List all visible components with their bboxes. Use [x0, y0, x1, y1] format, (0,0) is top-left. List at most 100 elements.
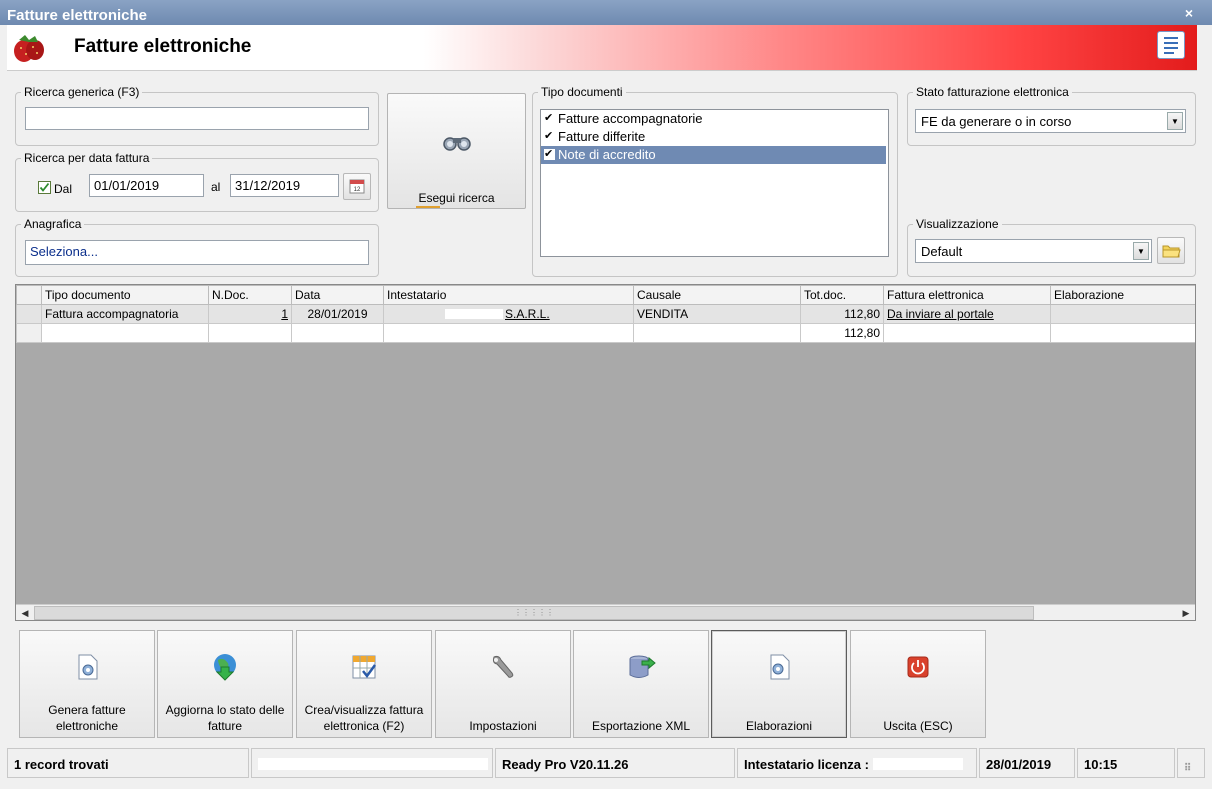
impostazioni-button[interactable]: Impostazioni	[435, 630, 571, 738]
date-to-field[interactable]: 31/12/2019	[230, 174, 339, 197]
status-time: 10:15	[1077, 748, 1175, 778]
list-view-icon[interactable]	[1157, 31, 1185, 59]
cell-fe-link[interactable]: Da inviare al portale	[883, 304, 1051, 324]
uscita-label: Uscita (ESC)	[883, 719, 953, 733]
stato-fe-value: FE da generare o in corso	[921, 114, 1072, 129]
scroll-right-icon[interactable]: ▶	[1178, 606, 1194, 620]
checkbox-checked-icon[interactable]	[544, 109, 555, 127]
calendar-button[interactable]: 12	[343, 173, 371, 200]
search-button[interactable]: Esegui ricerca	[387, 93, 526, 209]
tipo-item-accompagnatorie[interactable]: Fatture accompagnatorie	[541, 109, 888, 128]
redacted-area	[445, 309, 503, 319]
calendar-icon: 12	[349, 179, 365, 194]
totals-cell-empty	[1050, 323, 1195, 343]
status-redacted	[251, 748, 493, 778]
column-header-elaborazione[interactable]: Elaborazione	[1050, 285, 1195, 305]
intestatario-link[interactable]: S.A.R.L.	[505, 307, 550, 321]
scroll-left-icon[interactable]: ◀	[17, 606, 33, 620]
column-header-fattura-elettronica[interactable]: Fattura elettronica	[883, 285, 1051, 305]
tipo-item-note-accredito[interactable]: Note di accredito	[541, 145, 886, 164]
anagrafica-legend: Anagrafica	[24, 217, 82, 231]
cell-elaborazione	[1050, 304, 1195, 324]
database-export-icon	[629, 655, 656, 678]
table-row[interactable]: Fattura accompagnatoria 1 28/01/2019 S.A…	[16, 304, 1195, 324]
status-bar: 1 record trovati Ready Pro V20.11.26 Int…	[5, 748, 1205, 780]
tipo-item-label: Note di accredito	[558, 147, 656, 162]
redacted-area	[872, 758, 963, 770]
totals-row: 112,80	[16, 323, 1195, 343]
row-indicator	[16, 323, 42, 343]
tipo-documenti-legend: Tipo documenti	[541, 85, 623, 99]
folder-icon	[1162, 245, 1181, 258]
stato-fe-legend: Stato fatturazione elettronica	[916, 85, 1069, 99]
uscita-button[interactable]: Uscita (ESC)	[850, 630, 986, 738]
cell-tipo: Fattura accompagnatoria	[41, 304, 209, 324]
column-header-totdoc[interactable]: Tot.doc.	[800, 285, 884, 305]
date-filter-checkbox[interactable]	[38, 181, 51, 194]
date-from-field[interactable]: 01/01/2019	[89, 174, 204, 197]
visualizzazione-dropdown[interactable]: Default ▼	[915, 239, 1152, 263]
row-indicator[interactable]	[16, 304, 42, 324]
checkbox-checked-icon[interactable]	[544, 145, 555, 163]
documents-grid[interactable]: Tipo documento N.Doc. Data Intestatario …	[15, 284, 1196, 621]
document-gear-icon	[770, 654, 790, 680]
search-input[interactable]	[25, 107, 369, 130]
column-header-data[interactable]: Data	[291, 285, 384, 305]
anagrafica-field[interactable]: Seleziona...	[25, 240, 369, 265]
esportazione-xml-label: Esportazione XML	[591, 719, 691, 733]
tipo-documenti-list[interactable]: Fatture accompagnatorie Fatture differit…	[540, 109, 889, 257]
genera-fatture-button[interactable]: Genera fatture elettroniche	[19, 630, 155, 738]
power-icon	[907, 656, 929, 678]
column-header-tipo[interactable]: Tipo documento	[41, 285, 209, 305]
binoculars-icon	[443, 137, 471, 151]
scrollbar-thumb[interactable]: ⋮⋮⋮⋮⋮	[34, 606, 1034, 620]
cell-intestatario[interactable]: S.A.R.L.	[383, 304, 634, 324]
header-banner: Fatture elettroniche	[7, 25, 1197, 71]
status-date: 28/01/2019	[979, 748, 1075, 778]
page-title: Fatture elettroniche	[74, 36, 252, 57]
crea-visualizza-button[interactable]: Crea/visualizza fattura elettronica (F2)	[296, 630, 432, 738]
table-check-icon	[352, 655, 377, 679]
svg-text:12: 12	[354, 187, 361, 193]
checkbox-checked-icon[interactable]	[544, 127, 555, 145]
totals-cell-empty	[383, 323, 634, 343]
status-version: Ready Pro V20.11.26	[495, 748, 735, 778]
cell-causale: VENDITA	[633, 304, 801, 324]
horizontal-scrollbar[interactable]: ◀ ⋮⋮⋮⋮⋮ ▶	[16, 604, 1195, 620]
date-search-legend: Ricerca per data fattura	[24, 151, 150, 165]
globe-download-icon	[214, 654, 236, 681]
elaborazioni-button[interactable]: Elaborazioni	[711, 630, 847, 738]
chevron-down-icon[interactable]: ▼	[1167, 112, 1183, 130]
date-from-label: Dal	[54, 182, 73, 196]
aggiorna-stato-label: Aggiorna lo stato delle fatture	[165, 703, 285, 733]
tipo-item-differite[interactable]: Fatture differite	[541, 127, 888, 146]
status-records: 1 record trovati	[7, 748, 249, 778]
resize-grip-icon[interactable]: ⠿	[1177, 748, 1205, 778]
esportazione-xml-button[interactable]: Esportazione XML	[573, 630, 709, 738]
column-header-indicator	[16, 285, 42, 305]
cell-ndoc-link[interactable]: 1	[208, 304, 292, 324]
window-title-bar: Fatture elettroniche ×	[0, 0, 1212, 25]
stato-fe-dropdown[interactable]: FE da generare o in corso ▼	[915, 109, 1186, 133]
column-header-ndoc[interactable]: N.Doc.	[208, 285, 292, 305]
search-button-label: Esegui ricerca	[418, 191, 495, 205]
column-header-causale[interactable]: Causale	[633, 285, 801, 305]
totals-cell-empty	[41, 323, 209, 343]
cell-tot: 112,80	[800, 304, 884, 324]
date-to-label: al	[211, 180, 221, 194]
table-header-row: Tipo documento N.Doc. Data Intestatario …	[16, 285, 1195, 305]
column-header-intestatario[interactable]: Intestatario	[383, 285, 634, 305]
totals-cell-empty	[883, 323, 1051, 343]
documents-table: Tipo documento N.Doc. Data Intestatario …	[16, 285, 1195, 343]
chevron-down-icon[interactable]: ▼	[1133, 242, 1149, 260]
close-icon[interactable]: ×	[1182, 6, 1196, 20]
aggiorna-stato-button[interactable]: Aggiorna lo stato delle fatture	[157, 630, 293, 738]
genera-fatture-label: Genera fatture elettroniche	[48, 703, 126, 733]
elaborazioni-label: Elaborazioni	[745, 719, 813, 733]
visualizzazione-legend: Visualizzazione	[916, 217, 999, 231]
window-title: Fatture elettroniche	[7, 7, 148, 24]
status-license: Intestatario licenza :	[737, 748, 977, 778]
open-folder-button[interactable]	[1157, 237, 1185, 264]
impostazioni-label: Impostazioni	[469, 719, 537, 733]
search-generic-legend: Ricerca generica (F3)	[24, 85, 140, 99]
